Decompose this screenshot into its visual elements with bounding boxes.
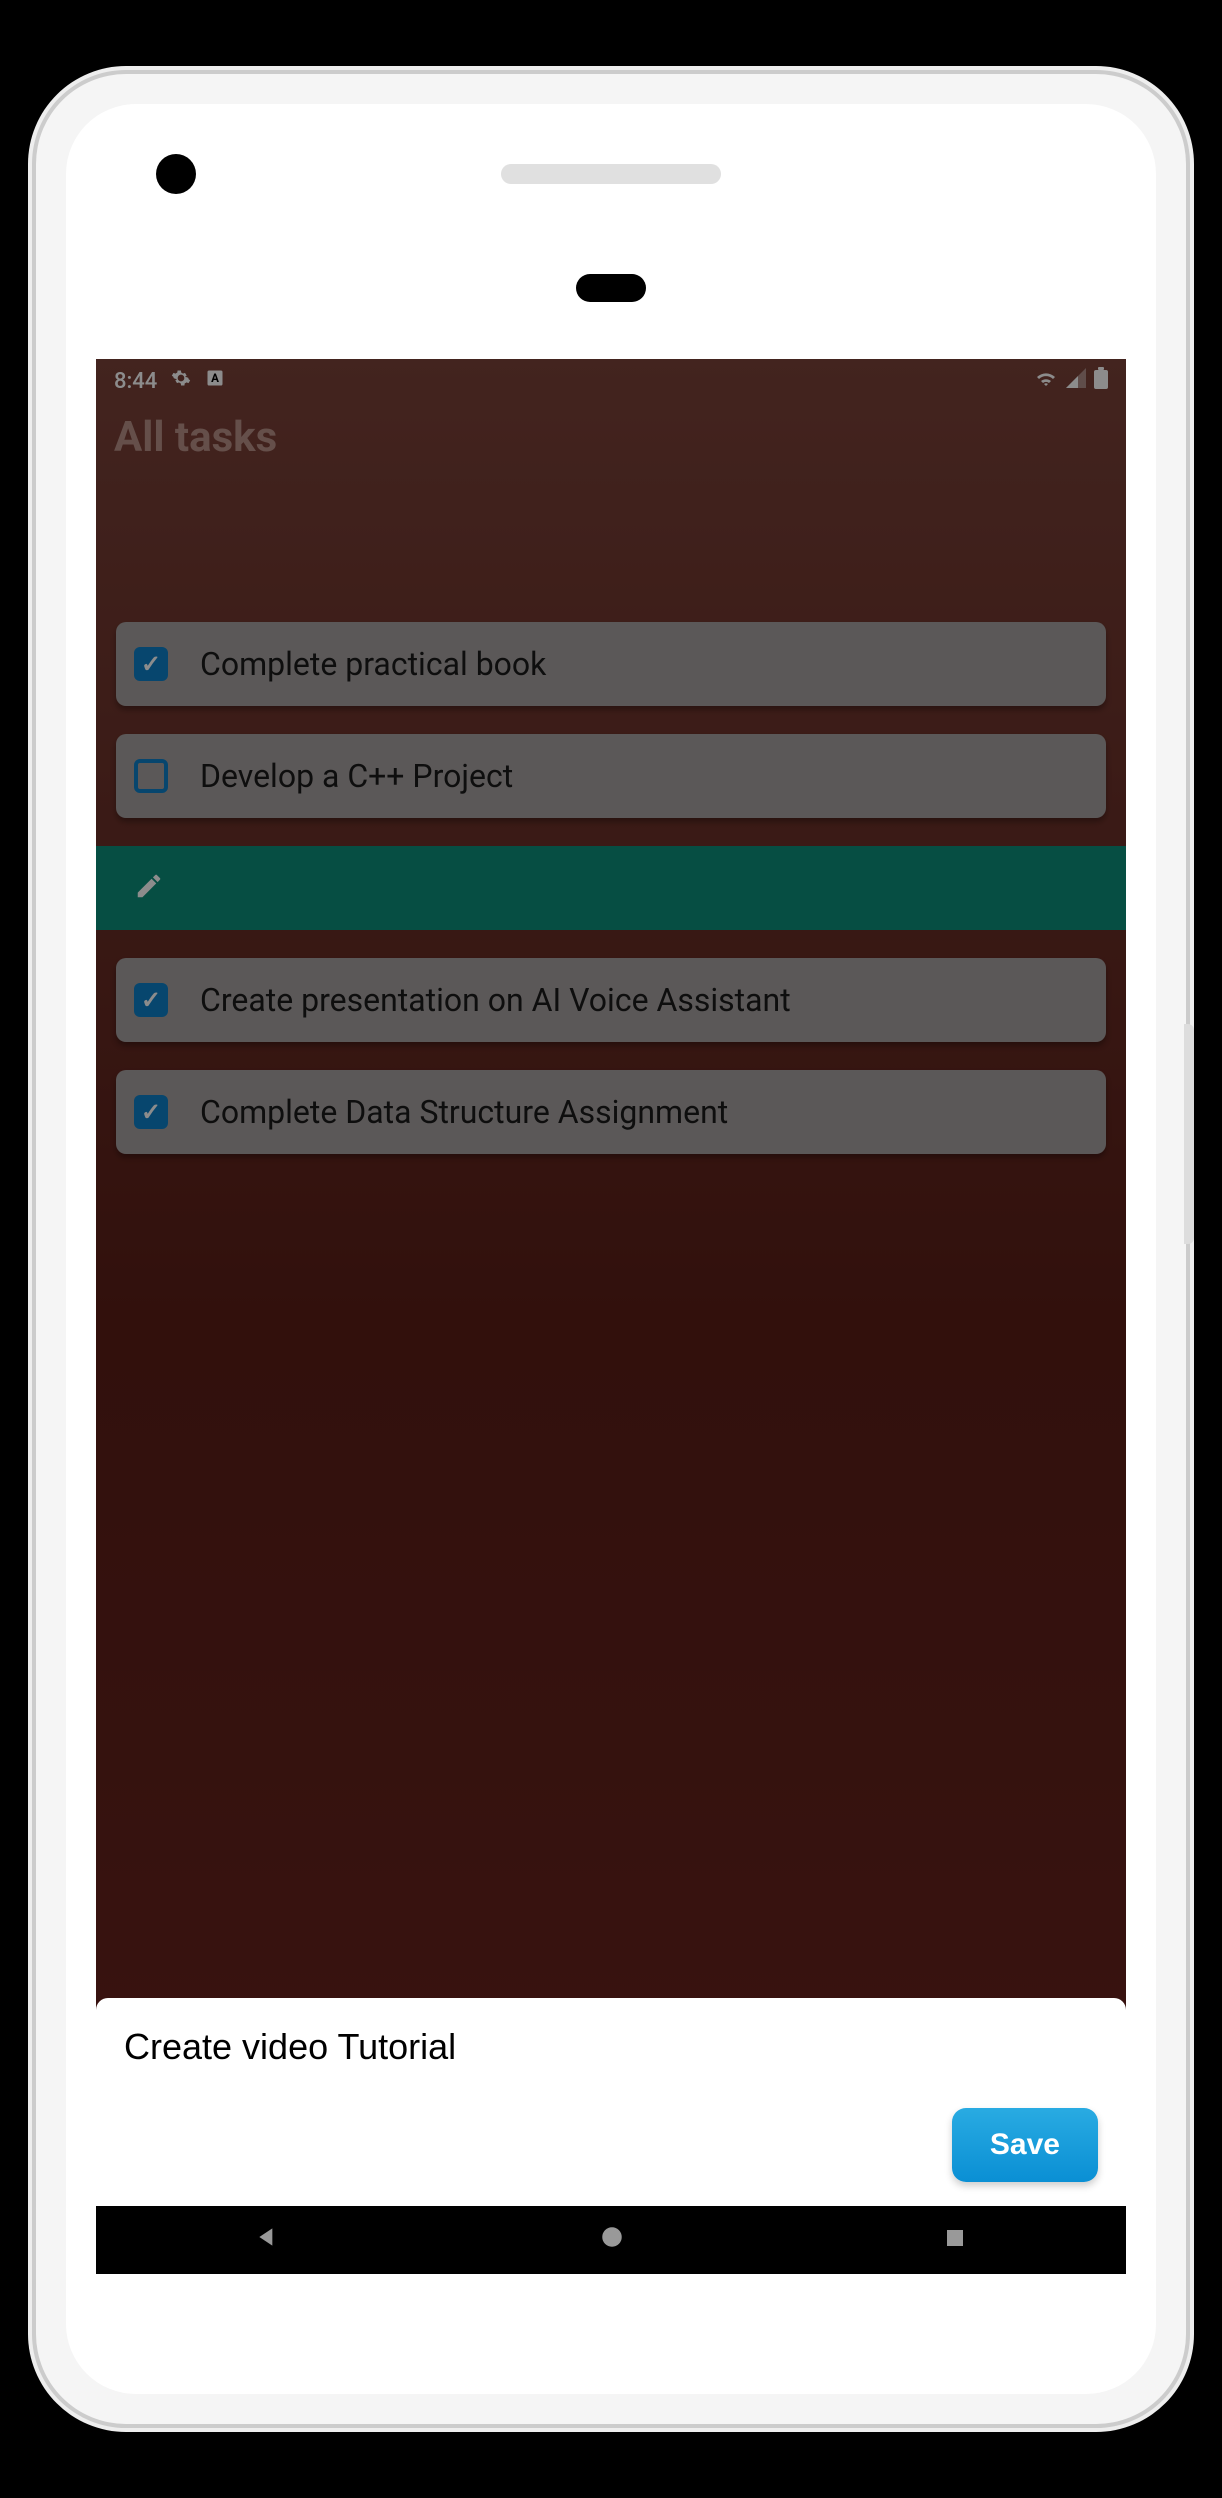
modal-overlay[interactable] [96,359,1126,2274]
task-edit-input[interactable] [124,2026,1098,2068]
speaker-grille [501,164,721,184]
back-icon[interactable] [255,2224,281,2257]
edit-panel: Save [96,1998,1126,2206]
phone-frame: 8:44 A [36,74,1186,2424]
screen: 8:44 A [96,359,1126,2274]
save-row: Save [124,2108,1098,2182]
power-button [1184,1024,1194,1244]
phone-inner: 8:44 A [66,104,1156,2394]
home-icon[interactable] [599,2224,625,2257]
camera-lens [156,154,196,194]
android-nav-bar [96,2206,1126,2274]
recent-icon[interactable] [943,2224,967,2257]
sensor-pill [576,274,646,302]
save-button[interactable]: Save [952,2108,1098,2182]
